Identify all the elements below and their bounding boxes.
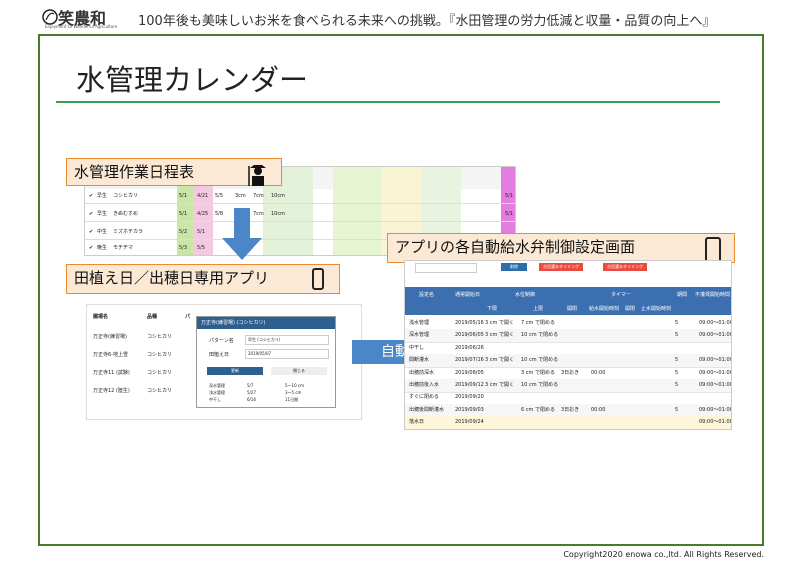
table-cell: 間断灌水 xyxy=(409,357,430,364)
valve-settings-label: アプリの各自動給水弁制御設定画面 xyxy=(387,233,735,263)
smartphone-icon xyxy=(312,268,324,290)
table-cell: 3日おき xyxy=(561,406,580,413)
table-cell: 5 xyxy=(675,369,679,376)
table-cell: 5 xyxy=(675,382,679,388)
table-cell: 09:00〜01:00 xyxy=(699,369,732,376)
table-cell: 5 xyxy=(675,406,679,413)
next-timing-button[interactable]: 次回灌水タイミング xyxy=(539,263,583,271)
table-cell: 出穂前後入水 xyxy=(409,382,440,388)
table-cell: 09:00〜01:00 xyxy=(699,320,732,326)
table-row: ✔ 早生 きぬむすめ 5/1 4/25 5/8 3cm 7cm 10cm 5/1 xyxy=(85,207,515,222)
update-button[interactable]: 更新 xyxy=(207,367,263,375)
table-cell: 3日おき xyxy=(561,369,580,376)
table-cell: 3 cm で開く xyxy=(485,320,514,326)
table-cell: 3 cm で開く xyxy=(485,382,514,388)
table-cell: 00:00 xyxy=(591,406,606,413)
table-cell: 2019/06/05 xyxy=(455,332,484,339)
table-cell: 3 cm で閉める xyxy=(521,369,555,376)
table-cell: 09:00〜01:00 xyxy=(699,419,732,426)
table-cell: 09:00〜01:00 xyxy=(699,406,732,413)
logo-subtitle: Enjoyment Of Wonderful Agriculture xyxy=(45,24,118,29)
table-cell: 00:00 xyxy=(591,369,606,376)
table-cell: すぐに閉める xyxy=(409,394,440,401)
table-cell: 2019/08/05 xyxy=(455,369,484,376)
table-cell: 落水日 xyxy=(409,419,425,426)
table-cell: 3 cm で開く xyxy=(485,332,514,339)
table-cell: 2019/09/24 xyxy=(455,419,484,426)
down-arrow xyxy=(222,208,262,260)
delete-button[interactable]: 削除 xyxy=(501,263,527,271)
table-row: ✔ 早生 コシヒカリ 5/1 4/21 5/5 3cm 7cm 10cm 5/1 xyxy=(85,189,515,204)
table-header: 設定名 通常開始日 水位制御 タイマー 期間 不灌漑開始時間 下限 上限 開閉 … xyxy=(405,287,731,315)
title-underline xyxy=(56,101,720,103)
farmer-icon xyxy=(246,160,270,186)
table-cell: 深水管理 xyxy=(409,332,430,339)
table-cell: 09:00〜01:00 xyxy=(699,332,732,339)
table-cell: 出穂後間断灌水 xyxy=(409,406,445,413)
table-cell: 5 xyxy=(675,332,679,339)
next-timing-button-2[interactable]: 次回灌水タイミング xyxy=(603,263,647,271)
table-cell: 2019/06/26 xyxy=(455,344,484,351)
table-cell: 7 cm で閉める xyxy=(521,320,555,326)
table-cell: 6 cm で閉める xyxy=(521,406,555,413)
table-cell: 5 xyxy=(675,320,679,326)
table-cell: 09:00〜01:00 xyxy=(699,357,732,364)
pattern-dropdown[interactable] xyxy=(415,263,477,273)
table-cell: 2019/09/12 xyxy=(455,382,484,388)
table-cell: 5 xyxy=(675,357,679,364)
table-cell: 中干し xyxy=(409,344,425,351)
table-cell: 10 cm で閉める xyxy=(521,332,559,339)
table-cell: 2019/07/16 xyxy=(455,357,484,364)
close-button[interactable]: 閉じる xyxy=(271,367,327,375)
app-label: 田植え日／出穂日専用アプリ xyxy=(66,264,340,294)
table-cell: 10 cm で閉める xyxy=(521,382,559,388)
table-cell: 出穂前深水 xyxy=(409,369,435,376)
table-row[interactable]: 落水日 2019/09/24 09:00〜01:00 xyxy=(405,416,732,429)
table-cell: 3 cm で開く xyxy=(485,357,514,364)
table-cell: 浅水管理 xyxy=(409,320,430,326)
table-cell: 09:00〜01:00 xyxy=(699,382,732,388)
copyright: Copyright2020 enowa co.,ltd. All Rights … xyxy=(563,550,764,559)
modal-title: 万正寺(練習場) (コシヒカリ) xyxy=(197,317,335,329)
table-cell: 10 cm で閉める xyxy=(521,357,559,364)
valve-settings-table: 削除 次回灌水タイミング 次回灌水タイミング 設定名 通常開始日 水位制御 タイ… xyxy=(404,260,732,430)
tagline: 100年後も美味しいお米を食べられる未来への挑戦。『水田管理の労力低減と収量・品… xyxy=(138,14,716,29)
slide-title: 水管理カレンダー xyxy=(76,63,309,97)
table-cell: 2019/09/20 xyxy=(455,394,484,401)
planting-date-input[interactable]: 2019/05/07 xyxy=(245,349,329,359)
table-cell: 2019/09/03 xyxy=(455,406,484,413)
table-cell: 2019/05/16 xyxy=(455,320,484,326)
pattern-select[interactable]: 早生 (コシヒカリ) xyxy=(245,335,329,345)
date-setting-modal: 万正寺(練習場) (コシヒカリ) パターン名 早生 (コシヒカリ) 田植え日 2… xyxy=(196,316,336,408)
